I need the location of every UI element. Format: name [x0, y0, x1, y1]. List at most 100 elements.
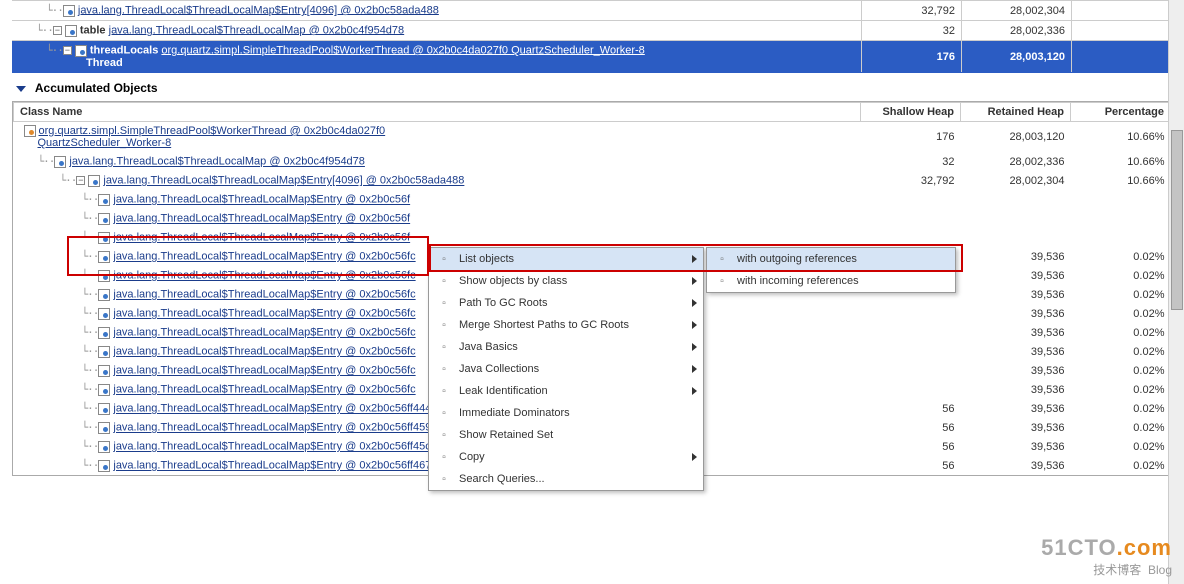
table-row[interactable]: └··java.lang.ThreadLocal$ThreadLocalMap$…	[12, 1, 1172, 21]
object-icon	[98, 327, 110, 339]
class-link[interactable]: org.quartz.simpl.SimpleThreadPool$Worker…	[39, 125, 386, 137]
class-link[interactable]: java.lang.ThreadLocal$ThreadLocalMap$Ent…	[78, 4, 439, 16]
class-link[interactable]: java.lang.ThreadLocal$ThreadLocalMap$Ent…	[113, 289, 415, 301]
object-icon	[24, 125, 36, 137]
class-link[interactable]: java.lang.ThreadLocal$ThreadLocalMap$Ent…	[113, 327, 415, 339]
menu-item[interactable]: ▫Copy	[429, 446, 703, 468]
tree-expander-icon[interactable]: −	[53, 26, 62, 35]
menu-icon: ▫	[435, 317, 453, 333]
class-link[interactable]: java.lang.ThreadLocal$ThreadLocalMap @ 0…	[109, 24, 405, 36]
menu-icon: ▫	[435, 251, 453, 267]
menu-icon: ▫	[435, 383, 453, 399]
menu-icon: ▫	[435, 295, 453, 311]
table-row[interactable]: org.quartz.simpl.SimpleThreadPool$Worker…	[14, 122, 1171, 153]
menu-item[interactable]: ▫Search Queries...	[429, 468, 703, 490]
table-header-row: Class Name Shallow Heap Retained Heap Pe…	[14, 103, 1171, 122]
col-retained-heap[interactable]: Retained Heap	[961, 103, 1071, 122]
table-row[interactable]: └··java.lang.ThreadLocal$ThreadLocalMap …	[14, 152, 1171, 171]
menu-icon: ▫	[435, 471, 453, 487]
submenu-arrow-icon	[692, 255, 697, 263]
class-link[interactable]: java.lang.ThreadLocal$ThreadLocalMap$Ent…	[103, 175, 464, 187]
menu-icon: ▫	[435, 339, 453, 355]
object-icon	[98, 441, 110, 453]
menu-icon: ▫	[713, 273, 731, 289]
object-icon	[54, 156, 66, 168]
class-link[interactable]: java.lang.ThreadLocal$ThreadLocalMap$Ent…	[113, 422, 437, 434]
section-title: Accumulated Objects	[35, 81, 158, 95]
class-link[interactable]: org.quartz.simpl.SimpleThreadPool$Worker…	[161, 44, 644, 56]
object-icon	[98, 460, 110, 472]
class-link[interactable]: QuartzScheduler_Worker-8	[38, 137, 172, 149]
object-icon	[75, 45, 87, 57]
menu-item[interactable]: ▫Show objects by class	[429, 270, 703, 292]
menu-icon: ▫	[435, 405, 453, 421]
menu-item[interactable]: ▫Java Basics	[429, 336, 703, 358]
class-link[interactable]: java.lang.ThreadLocal$ThreadLocalMap$Ent…	[113, 308, 415, 320]
section-toggle-icon	[16, 86, 26, 92]
object-icon	[98, 194, 110, 206]
object-icon	[98, 270, 110, 282]
submenu-item[interactable]: ▫with incoming references	[707, 270, 955, 292]
object-icon	[65, 25, 77, 37]
class-link[interactable]: java.lang.ThreadLocal$ThreadLocalMap$Ent…	[113, 460, 437, 472]
menu-icon: ▫	[435, 427, 453, 443]
menu-icon: ▫	[713, 251, 731, 267]
context-submenu[interactable]: ▫with outgoing references▫with incoming …	[706, 247, 956, 293]
menu-icon: ▫	[435, 449, 453, 465]
object-icon	[98, 289, 110, 301]
object-icon	[98, 251, 110, 263]
object-icon	[98, 308, 110, 320]
class-link[interactable]: java.lang.ThreadLocal$ThreadLocalMap$Ent…	[113, 270, 415, 282]
col-percentage[interactable]: Percentage	[1071, 103, 1171, 122]
class-link[interactable]: java.lang.ThreadLocal$ThreadLocalMap @ 0…	[69, 156, 365, 168]
submenu-arrow-icon	[692, 365, 697, 373]
menu-item[interactable]: ▫Immediate Dominators	[429, 402, 703, 424]
object-icon	[98, 403, 110, 415]
menu-item[interactable]: ▫Show Retained Set	[429, 424, 703, 446]
vertical-scrollbar[interactable]	[1168, 0, 1184, 584]
top-tree-table: └··java.lang.ThreadLocal$ThreadLocalMap$…	[12, 0, 1172, 73]
col-classname[interactable]: Class Name	[14, 103, 861, 122]
menu-item[interactable]: ▫List objects	[429, 248, 703, 270]
submenu-arrow-icon	[692, 321, 697, 329]
watermark: 51CTO.com 技术博客 Blog	[1041, 535, 1172, 578]
submenu-item[interactable]: ▫with outgoing references	[707, 248, 955, 270]
submenu-arrow-icon	[692, 277, 697, 285]
section-accumulated-objects[interactable]: Accumulated Objects	[12, 73, 1172, 101]
object-icon	[98, 346, 110, 358]
submenu-arrow-icon	[692, 453, 697, 461]
menu-item[interactable]: ▫Java Collections	[429, 358, 703, 380]
class-link[interactable]: java.lang.ThreadLocal$ThreadLocalMap$Ent…	[113, 194, 410, 206]
object-icon	[98, 365, 110, 377]
class-link[interactable]: java.lang.ThreadLocal$ThreadLocalMap$Ent…	[113, 403, 437, 415]
submenu-arrow-icon	[692, 299, 697, 307]
object-icon	[98, 232, 110, 244]
menu-item[interactable]: ▫Path To GC Roots	[429, 292, 703, 314]
menu-item[interactable]: ▫Merge Shortest Paths to GC Roots	[429, 314, 703, 336]
table-row[interactable]: └··java.lang.ThreadLocal$ThreadLocalMap$…	[14, 190, 1171, 209]
scrollbar-thumb[interactable]	[1171, 130, 1183, 310]
class-link[interactable]: java.lang.ThreadLocal$ThreadLocalMap$Ent…	[113, 232, 410, 244]
col-shallow-heap[interactable]: Shallow Heap	[861, 103, 961, 122]
tree-expander-icon[interactable]: −	[76, 176, 85, 185]
object-icon	[98, 384, 110, 396]
class-link[interactable]: java.lang.ThreadLocal$ThreadLocalMap$Ent…	[113, 346, 415, 358]
menu-icon: ▫	[435, 273, 453, 289]
class-link[interactable]: java.lang.ThreadLocal$ThreadLocalMap$Ent…	[113, 251, 415, 263]
submenu-arrow-icon	[692, 387, 697, 395]
object-icon	[63, 5, 75, 17]
class-link[interactable]: java.lang.ThreadLocal$ThreadLocalMap$Ent…	[113, 213, 410, 225]
table-row[interactable]: └··java.lang.ThreadLocal$ThreadLocalMap$…	[14, 228, 1171, 247]
table-row[interactable]: └··−table java.lang.ThreadLocal$ThreadLo…	[12, 21, 1172, 41]
menu-icon: ▫	[435, 361, 453, 377]
table-row[interactable]: └··java.lang.ThreadLocal$ThreadLocalMap$…	[14, 209, 1171, 228]
table-row[interactable]: └··−threadLocals org.quartz.simpl.Simple…	[12, 41, 1172, 73]
menu-item[interactable]: ▫Leak Identification	[429, 380, 703, 402]
object-icon	[98, 422, 110, 434]
class-link[interactable]: java.lang.ThreadLocal$ThreadLocalMap$Ent…	[113, 384, 415, 396]
tree-expander-icon[interactable]: −	[63, 46, 72, 55]
class-link[interactable]: java.lang.ThreadLocal$ThreadLocalMap$Ent…	[113, 441, 436, 453]
context-menu[interactable]: ▫List objects▫Show objects by class▫Path…	[428, 247, 704, 491]
table-row[interactable]: └··−java.lang.ThreadLocal$ThreadLocalMap…	[14, 171, 1171, 190]
class-link[interactable]: java.lang.ThreadLocal$ThreadLocalMap$Ent…	[113, 365, 415, 377]
